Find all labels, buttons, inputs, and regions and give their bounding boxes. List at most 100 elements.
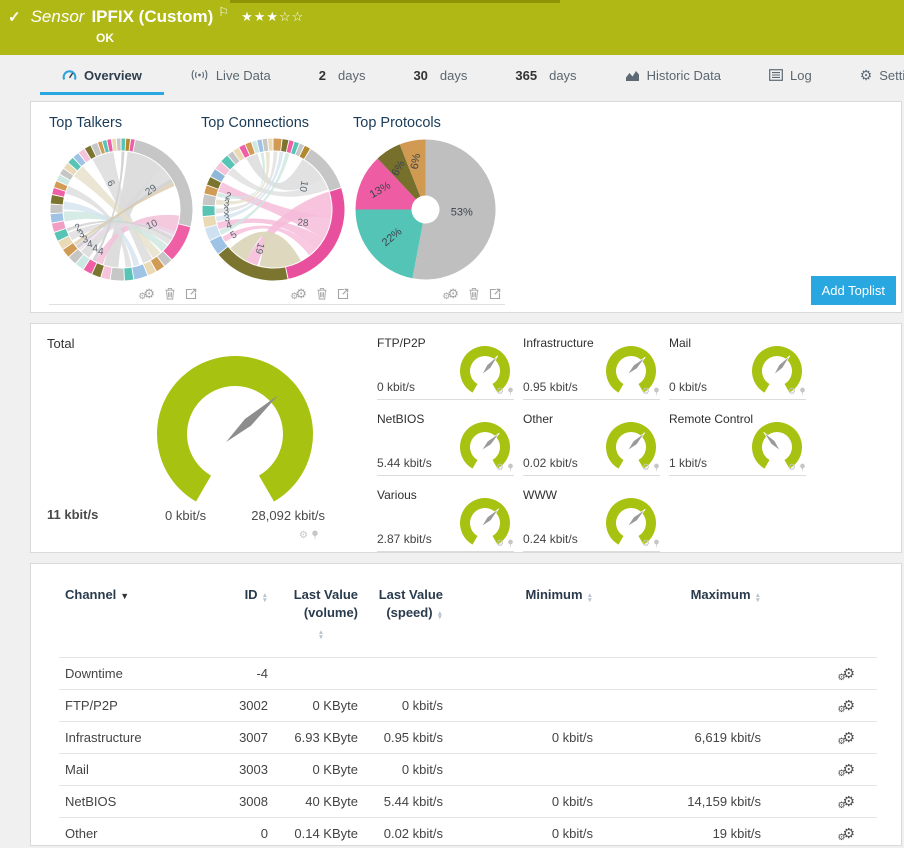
toplist-title: Top Talkers [49,115,123,131]
cell-max [599,752,767,786]
channel-value: 0.95 kbit/s [523,380,578,394]
pin-icon[interactable] [799,463,806,473]
tab-2-days[interactable]: 2 days [295,55,390,95]
priority-stars[interactable]: ★★★☆☆ [241,9,304,25]
gauge-max-label: 28,092 kbit/s [251,508,325,523]
open-toplist-icon[interactable] [489,288,501,300]
pin-icon[interactable] [311,530,319,541]
open-toplist-icon[interactable] [337,288,349,300]
channel-value: 0.02 kbit/s [523,456,578,470]
trash-icon[interactable] [468,287,480,300]
channel-gear-icon[interactable]: ⚙ [496,462,504,473]
channel-settings-icon[interactable]: ⚙ ⚙ [837,666,855,682]
channel-value: 1 kbit/s [669,456,708,470]
table-row: Mail 3003 0 KByte 0 kbit/s ⚙ ⚙ [59,752,877,786]
flag-icon[interactable]: ⚐ [218,5,229,19]
channel-gear-icon[interactable]: ⚙ [642,386,650,397]
pin-icon[interactable] [507,387,514,397]
tab-overview[interactable]: Overview [38,55,166,95]
sensor-header: ✓ Sensor IPFIX (Custom) ⚐ ★★★☆☆ OK [0,0,904,55]
open-toplist-icon[interactable] [185,288,197,300]
sensor-name: IPFIX (Custom) [91,7,214,26]
pin-icon[interactable] [653,463,660,473]
cell-max: 6,619 kbit/s [599,720,767,754]
cell-volume: 0 KByte [274,688,364,722]
column-header-last-value-volume[interactable]: Last Value (volume) ▲ ▼ [274,582,364,657]
sort-icon: ▲ ▼ [586,592,593,604]
status-check-icon: ✓ [8,9,21,26]
channel-gear-icon[interactable]: ⚙ [496,538,504,549]
cell-speed: 0.95 kbit/s [364,720,449,754]
tab-log[interactable]: Log [745,55,836,95]
channel-settings-icon[interactable]: ⚙ ⚙ [837,826,855,842]
cell-id: 3002 [229,688,274,722]
toplist-card-footer: ⚙ ⚙ [49,285,201,305]
channel-table-panel: Channel ▼ ID ▲ ▼ Last Value (volume) ▲ ▼ Last … [30,563,902,846]
channel-gauge-grid: FTP/P2P 0 kbit/s ⚙ Infrastructure 0.95 k… [377,336,806,552]
toplist-card-top-protocols: Top Protocols 53% 22% 13% 6% 6% ⚙ ⚙ [353,115,505,305]
column-header-minimum[interactable]: Minimum ▲ ▼ [449,582,599,657]
svg-text:28: 28 [297,217,309,229]
cell-channel: FTP/P2P [59,688,229,722]
channel-settings-icon[interactable]: ⚙ ⚙ [837,794,855,810]
trash-icon[interactable] [164,287,176,300]
top-connections-chord-chart[interactable]: 10 28 19 5 4 3 3 3 2 [201,137,346,282]
total-label: Total [47,336,75,351]
cell-speed: 5.44 kbit/s [364,784,449,818]
channel-settings-icon[interactable]: ⚙ ⚙ [837,762,855,778]
cell-id: 3007 [229,720,274,754]
cell-channel: Infrastructure [59,720,229,754]
pin-icon[interactable] [653,387,660,397]
channel-settings-icon[interactable]: ⚙ ⚙ [837,698,855,714]
sensor-type-label: Sensor [30,7,85,26]
column-header-actions [767,582,877,657]
sort-icon: ▲ ▼ [261,592,268,604]
pin-icon[interactable] [653,539,660,549]
column-header-maximum[interactable]: Maximum ▲ ▼ [599,582,767,657]
pin-icon[interactable] [799,387,806,397]
channel-value: 0 kbit/s [669,380,708,394]
tab-30-days[interactable]: 30 days [389,55,491,95]
tab-live-data[interactable]: Live Data [166,55,295,95]
column-header-channel[interactable]: Channel ▼ [59,582,229,657]
channel-gear-icon[interactable]: ⚙ [788,462,796,473]
gauge-icon [62,69,77,82]
top-protocols-donut-chart[interactable]: 53% 22% 13% 6% 6% [353,137,498,282]
cell-actions: ⚙ ⚙ [767,688,877,722]
total-value: 11 kbit/s [47,507,99,522]
channel-gear-icon[interactable]: ⚙ [642,538,650,549]
tab-historic-data[interactable]: Historic Data [601,55,745,95]
status-badge: OK [96,31,114,45]
cell-speed: 0 kbit/s [364,752,449,786]
tab-label: Historic Data [646,67,721,83]
tab-label: Log [789,67,812,83]
stars-empty: ☆☆ [279,9,305,24]
column-header-id[interactable]: ID ▲ ▼ [229,582,274,657]
channel-gear-icon[interactable]: ⚙ [496,386,504,397]
cell-min: 0 kbit/s [449,816,599,845]
channel-settings-icon[interactable]: ⚙ ⚙ [837,730,855,746]
top-talkers-chord-chart[interactable]: 6 29 10 2 3 3 4 4 4 [49,137,194,282]
sort-desc-icon[interactable]: ▼ [120,591,129,601]
tab-label: days [439,67,468,83]
gauge-block-other: Other 0.02 kbit/s ⚙ [523,412,660,476]
cell-max [599,656,767,690]
tab-settings[interactable]: ⚙ Settings [836,55,904,95]
pin-icon[interactable] [507,463,514,473]
tab-number: 2 [318,67,326,83]
cell-actions: ⚙ ⚙ [767,784,877,818]
tab-365-days[interactable]: 365 days [491,55,600,95]
channel-gear-icon[interactable]: ⚙ [788,386,796,397]
pin-icon[interactable] [507,539,514,549]
cell-speed [364,656,449,690]
channel-gear-icon[interactable]: ⚙ [642,462,650,473]
toplist-card-footer: ⚙ ⚙ [201,285,353,305]
add-toplist-button[interactable]: Add Toplist [810,276,896,305]
trash-icon[interactable] [316,287,328,300]
tab-label: days [549,67,577,83]
toplists-panel: Top Talkers 6 29 10 2 3 3 4 4 4 ⚙ ⚙ Top Connectio… [30,101,902,313]
column-header-last-value-speed[interactable]: Last Value (speed) ▲ ▼ [364,582,449,657]
channel-gear-icon[interactable]: ⚙ [299,530,308,541]
table-header-row: Channel ▼ ID ▲ ▼ Last Value (volume) ▲ ▼ Last … [59,582,877,657]
toplist-card-footer: ⚙ ⚙ [353,285,505,305]
